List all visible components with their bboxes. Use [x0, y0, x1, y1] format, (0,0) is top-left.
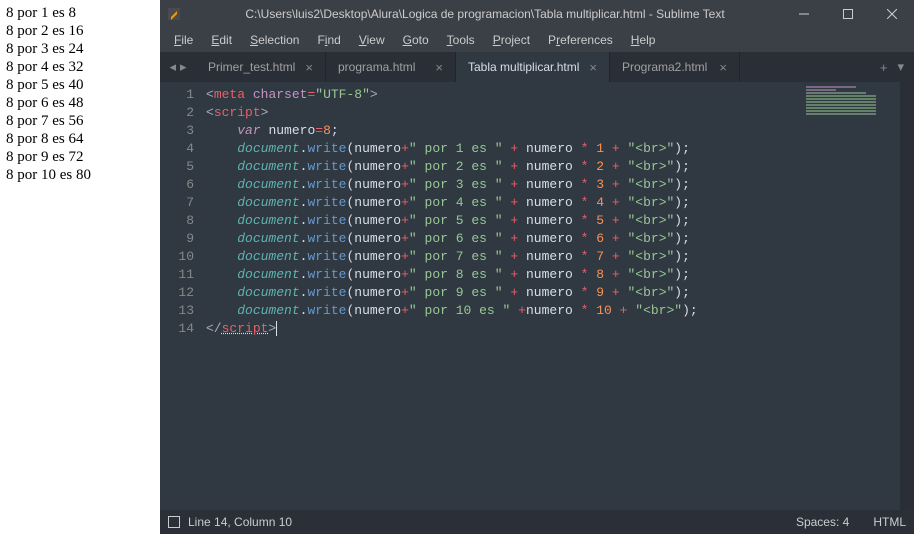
- output-line: 8 por 2 es 16: [6, 22, 154, 40]
- close-icon[interactable]: ×: [719, 60, 727, 75]
- minimize-button[interactable]: [782, 0, 826, 28]
- code-string: por 5 es: [417, 213, 495, 228]
- code-string: por 8 es: [417, 267, 495, 282]
- menu-view[interactable]: View: [351, 31, 393, 49]
- panel-switcher-icon[interactable]: [168, 516, 180, 528]
- code-string: por 3 es: [417, 177, 495, 192]
- code-number: 7: [596, 249, 604, 264]
- new-tab-button[interactable]: +: [880, 60, 888, 75]
- line-number: 10: [160, 248, 206, 266]
- status-syntax[interactable]: HTML: [873, 515, 906, 529]
- line-number: 5: [160, 158, 206, 176]
- output-line: 8 por 4 es 32: [6, 58, 154, 76]
- tab-label: Programa2.html: [622, 60, 707, 74]
- close-icon[interactable]: ×: [435, 60, 443, 75]
- tab-primer-test[interactable]: Primer_test.html ×: [196, 52, 326, 82]
- code-number: 8: [323, 123, 331, 138]
- app-icon: [160, 6, 188, 22]
- line-number: 3: [160, 122, 206, 140]
- menu-tools[interactable]: Tools: [439, 31, 483, 49]
- tab-programa[interactable]: programa.html ×: [326, 52, 456, 82]
- code-number: 9: [596, 285, 604, 300]
- tab-label: Tabla multiplicar.html: [468, 60, 579, 74]
- code-string: por 10 es: [417, 303, 503, 318]
- code-number: 8: [596, 267, 604, 282]
- close-icon[interactable]: ×: [589, 60, 597, 75]
- tab-programa2[interactable]: Programa2.html ×: [610, 52, 740, 82]
- line-number: 8: [160, 212, 206, 230]
- titlebar[interactable]: C:\Users\luis2\Desktop\Alura\Logica de p…: [160, 0, 914, 28]
- output-line: 8 por 8 es 64: [6, 130, 154, 148]
- output-line: 8 por 1 es 8: [6, 4, 154, 22]
- vertical-scrollbar[interactable]: [900, 82, 914, 510]
- code-area[interactable]: 1 2 3 4 5 6 7 8 9 10 11 12 13 14 <meta c…: [160, 82, 914, 510]
- code-string: por 7 es: [417, 249, 495, 264]
- line-number: 12: [160, 284, 206, 302]
- window-title: C:\Users\luis2\Desktop\Alura\Logica de p…: [188, 7, 782, 21]
- code-number: 1: [596, 141, 604, 156]
- line-number: 1: [160, 86, 206, 104]
- line-number: 14: [160, 320, 206, 338]
- text-cursor: [276, 321, 277, 336]
- code-number: 5: [596, 213, 604, 228]
- line-number: 13: [160, 302, 206, 320]
- tabbar: ◂ ▸ Primer_test.html × programa.html × Tab…: [160, 52, 914, 82]
- line-number: 6: [160, 176, 206, 194]
- line-number: 2: [160, 104, 206, 122]
- menu-goto[interactable]: Goto: [395, 31, 437, 49]
- sublime-window: C:\Users\luis2\Desktop\Alura\Logica de p…: [160, 0, 914, 534]
- statusbar: Line 14, Column 10 Spaces: 4 HTML: [160, 510, 914, 534]
- menubar: File Edit Selection Find View Goto Tools…: [160, 28, 914, 52]
- tab-nav-arrows[interactable]: ◂ ▸: [160, 52, 196, 82]
- menu-find[interactable]: Find: [309, 31, 348, 49]
- code-number: 3: [596, 177, 604, 192]
- output-line: 8 por 6 es 48: [6, 94, 154, 112]
- tab-dropdown-icon[interactable]: ▾: [897, 59, 904, 75]
- output-line: 8 por 10 es 80: [6, 166, 154, 184]
- menu-edit[interactable]: Edit: [203, 31, 240, 49]
- gutter: 1 2 3 4 5 6 7 8 9 10 11 12 13 14: [160, 82, 206, 510]
- status-spaces[interactable]: Spaces: 4: [796, 515, 849, 529]
- code-number: 6: [596, 231, 604, 246]
- status-cursor: Line 14, Column 10: [188, 515, 292, 529]
- menu-help[interactable]: Help: [623, 31, 664, 49]
- browser-output: 8 por 1 es 8 8 por 2 es 16 8 por 3 es 24…: [0, 0, 160, 534]
- code-string: por 2 es: [417, 159, 495, 174]
- menu-selection[interactable]: Selection: [242, 31, 307, 49]
- tab-label: programa.html: [338, 60, 415, 74]
- menu-project[interactable]: Project: [485, 31, 538, 49]
- chevron-left-icon[interactable]: ◂: [169, 59, 176, 75]
- chevron-right-icon[interactable]: ▸: [180, 59, 187, 75]
- line-number: 7: [160, 194, 206, 212]
- output-line: 8 por 7 es 56: [6, 112, 154, 130]
- code-string: por 6 es: [417, 231, 495, 246]
- code-string: por 1 es: [417, 141, 495, 156]
- code-number: 10: [596, 303, 612, 318]
- code-number: 2: [596, 159, 604, 174]
- maximize-button[interactable]: [826, 0, 870, 28]
- code-string: por 9 es: [417, 285, 495, 300]
- code-number: 4: [596, 195, 604, 210]
- output-line: 8 por 9 es 72: [6, 148, 154, 166]
- close-icon[interactable]: ×: [305, 60, 313, 75]
- menu-preferences[interactable]: Preferences: [540, 31, 621, 49]
- line-number: 11: [160, 266, 206, 284]
- tab-label: Primer_test.html: [208, 60, 295, 74]
- line-number: 4: [160, 140, 206, 158]
- output-line: 8 por 5 es 40: [6, 76, 154, 94]
- close-button[interactable]: [870, 0, 914, 28]
- minimap[interactable]: [806, 86, 886, 116]
- code-string: por 4 es: [417, 195, 495, 210]
- tab-tabla-multiplicar[interactable]: Tabla multiplicar.html ×: [456, 52, 610, 82]
- code-content[interactable]: <meta charset="UTF-8"> <script> var nume…: [206, 82, 900, 510]
- line-number: 9: [160, 230, 206, 248]
- menu-file[interactable]: File: [166, 31, 201, 49]
- output-line: 8 por 3 es 24: [6, 40, 154, 58]
